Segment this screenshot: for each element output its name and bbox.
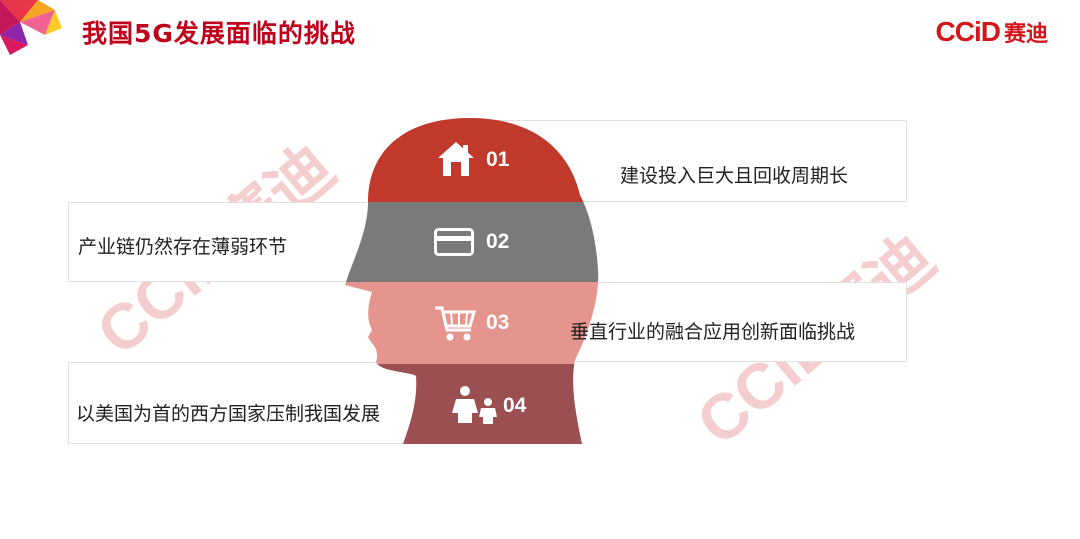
challenge-text-04: 以美国为首的西方国家压制我国发展 bbox=[76, 403, 381, 425]
challenge-number-01: 01 bbox=[486, 148, 510, 171]
challenge-number-02: 02 bbox=[486, 230, 510, 253]
house-icon bbox=[438, 142, 474, 176]
head-band-02 bbox=[345, 202, 599, 282]
family-icon bbox=[452, 386, 497, 424]
challenge-text-01: 建设投入巨大且回收周期长 bbox=[620, 165, 849, 187]
head-silhouette bbox=[345, 118, 599, 444]
head-band-01 bbox=[345, 118, 599, 202]
challenge-text-02: 产业链仍然存在薄弱环节 bbox=[78, 236, 288, 258]
cart-icon bbox=[435, 306, 476, 341]
challenge-number-04: 04 bbox=[503, 394, 527, 417]
challenge-text-03: 垂直行业的融合应用创新面临挑战 bbox=[570, 321, 856, 343]
card-icon bbox=[434, 228, 474, 256]
challenge-number-03: 03 bbox=[486, 311, 510, 334]
